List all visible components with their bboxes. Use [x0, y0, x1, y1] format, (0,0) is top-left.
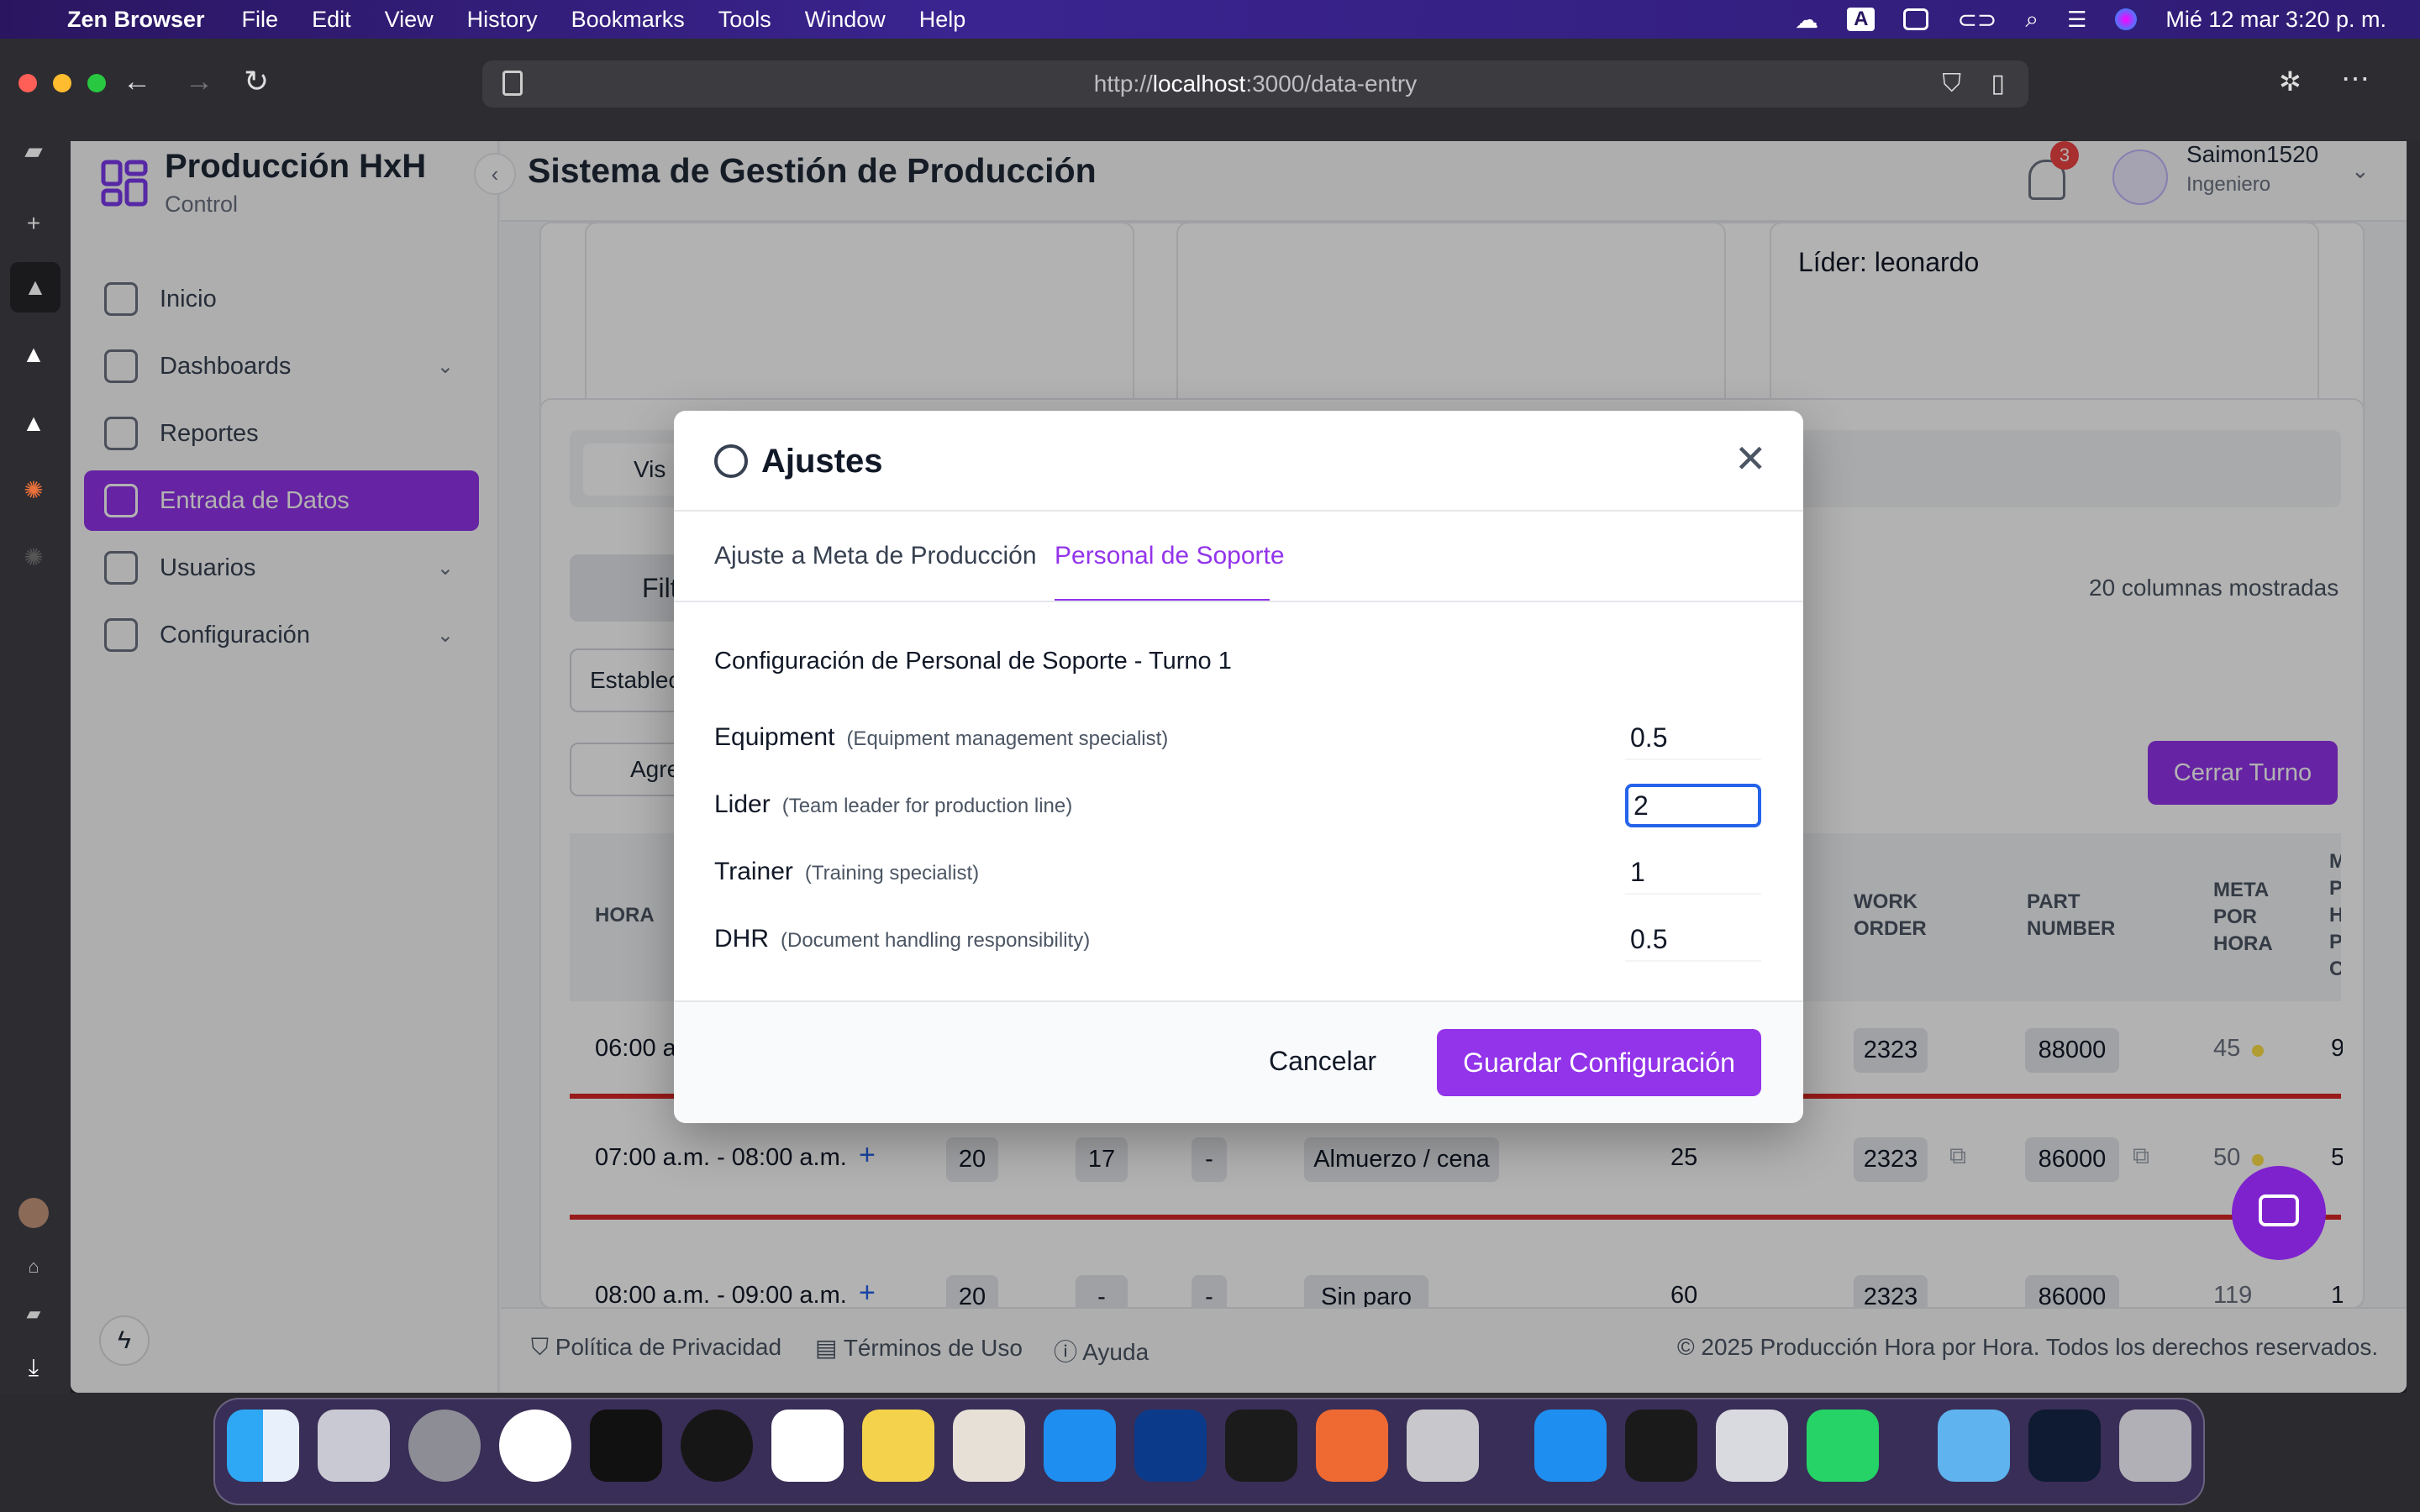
pinned-tab-3-icon[interactable]: ▲	[18, 408, 49, 438]
menu-file[interactable]: File	[242, 7, 279, 33]
field-description: (Document handling responsibility)	[781, 929, 1091, 952]
back-arrow-icon[interactable]: ←	[123, 66, 151, 98]
section-title: Configuración de Personal de Soporte - T…	[714, 648, 1232, 675]
vscode-icon[interactable]	[1134, 1410, 1207, 1482]
new-tab-icon[interactable]: +	[18, 208, 49, 239]
page-icon	[502, 71, 523, 96]
slack-icon[interactable]	[771, 1410, 844, 1482]
control-center-icon[interactable]: ☰	[2067, 7, 2086, 33]
menu-help[interactable]: Help	[919, 7, 966, 33]
keyboard-input-indicator[interactable]: A	[1847, 8, 1876, 31]
affinity-icon[interactable]	[1716, 1410, 1788, 1482]
cancel-button[interactable]: Cancelar	[1269, 1046, 1376, 1077]
chat-button[interactable]	[2232, 1166, 2326, 1260]
postman-icon[interactable]	[1316, 1410, 1388, 1482]
field-description: (Training specialist)	[804, 862, 980, 885]
menu-view[interactable]: View	[385, 7, 434, 33]
dialog-title: Ajustes	[761, 443, 883, 480]
trash-icon[interactable]	[2119, 1410, 2191, 1482]
extensions-icon[interactable]: ✲	[2279, 66, 2302, 97]
unity-icon[interactable]	[1625, 1410, 1697, 1482]
menu-app-name[interactable]: Zen Browser	[67, 7, 205, 33]
menu-bookmarks[interactable]: Bookmarks	[571, 7, 685, 33]
zen-browser-icon[interactable]	[681, 1410, 753, 1482]
profile-avatar[interactable]	[18, 1198, 49, 1228]
cursor-app-icon[interactable]	[590, 1410, 662, 1482]
zoom-window-button[interactable]	[87, 74, 106, 92]
app-store-icon[interactable]	[1044, 1410, 1116, 1482]
field-name: DHR	[714, 925, 769, 953]
trainer-label: Trainer (Training specialist)	[714, 858, 979, 886]
shield-icon[interactable]: ⛉	[1943, 60, 1962, 108]
pinned-tab-5-icon[interactable]: ✺	[18, 543, 49, 573]
field-name: Equipment	[714, 723, 835, 751]
cloud-sync-icon[interactable]: ☁	[1795, 6, 1818, 34]
more-menu-icon[interactable]: ⋯	[2341, 62, 2370, 96]
lider-input[interactable]	[1625, 784, 1761, 827]
tableplus-icon[interactable]	[953, 1410, 1025, 1482]
search-icon[interactable]: ⌕	[2025, 6, 2039, 34]
field-name: Trainer	[714, 858, 793, 885]
field-description: (Equipment management specialist)	[846, 727, 1169, 750]
menu-window[interactable]: Window	[805, 7, 886, 33]
menu-edit[interactable]: Edit	[312, 7, 351, 33]
divider	[674, 601, 1803, 602]
reader-mode-icon[interactable]: ▯	[1991, 60, 2005, 108]
tab-ajuste-meta[interactable]: Ajuste a Meta de Producción	[714, 542, 1037, 570]
dhr-input[interactable]	[1625, 918, 1761, 962]
field-name: Lider	[714, 790, 771, 818]
docker-icon[interactable]	[1534, 1410, 1607, 1482]
macos-menubar: Zen Browser File Edit View History Bookm…	[0, 0, 2420, 39]
url-host: localhost	[1152, 71, 1246, 97]
menu-history[interactable]: History	[467, 7, 538, 33]
pinned-tab-1-icon[interactable]: ▲	[10, 262, 60, 312]
trainer-input[interactable]	[1625, 851, 1761, 895]
folder-icon[interactable]: ▰	[18, 136, 49, 166]
link-icon[interactable]: ⊂⊃	[1957, 6, 1996, 34]
save-config-button[interactable]: Guardar Configuración	[1437, 1029, 1761, 1096]
forward-arrow-icon[interactable]: →	[185, 66, 213, 98]
close-window-button[interactable]	[18, 74, 37, 92]
menu-tools[interactable]: Tools	[718, 7, 771, 33]
activity-monitor-icon[interactable]	[1225, 1410, 1297, 1482]
finder-icon[interactable]	[227, 1410, 299, 1482]
safari-icon[interactable]	[499, 1410, 571, 1482]
home-icon[interactable]: ⌂	[18, 1252, 49, 1282]
gear-icon	[714, 444, 748, 478]
reload-icon[interactable]: ↻	[244, 64, 269, 99]
field-description: (Team leader for production line)	[781, 795, 1073, 817]
folder-small-icon[interactable]: ▰	[18, 1299, 49, 1329]
url-rest: :3000/data-entry	[1245, 71, 1418, 97]
equipment-label: Equipment (Equipment management specialis…	[714, 723, 1168, 752]
menubar-datetime[interactable]: Mié 12 mar 3:20 p. m.	[2165, 7, 2386, 33]
dhr-label: DHR (Document handling responsibility)	[714, 925, 1090, 953]
launchpad-icon[interactable]	[318, 1410, 390, 1482]
system-settings-icon[interactable]	[408, 1410, 481, 1482]
pinned-tab-2-icon[interactable]: ▲	[18, 339, 49, 370]
divider	[674, 510, 1803, 512]
url-bar[interactable]: http://localhost:3000/data-entry ⛉ ▯	[482, 60, 2028, 108]
whatsapp-icon[interactable]	[1807, 1410, 1879, 1482]
battery-icon[interactable]	[1903, 8, 1929, 30]
folder-icon[interactable]	[1938, 1410, 2010, 1482]
settings-dialog: Ajustes ✕ Ajuste a Meta de Producción Pe…	[674, 411, 1803, 1123]
minimize-window-button[interactable]	[53, 74, 71, 92]
lider-label: Lider (Team leader for production line)	[714, 790, 1072, 819]
recent-window-icon[interactable]	[2028, 1410, 2101, 1482]
chat-icon	[2259, 1194, 2299, 1226]
notes-icon[interactable]	[862, 1410, 934, 1482]
tab-personal-soporte[interactable]: Personal de Soporte	[1055, 542, 1285, 570]
url-prefix: http://	[1093, 71, 1153, 97]
siri-icon[interactable]	[2115, 8, 2138, 30]
close-icon[interactable]: ✕	[1734, 436, 1767, 481]
pinned-tab-4-icon[interactable]: ✺	[18, 475, 49, 506]
iphone-mirroring-icon[interactable]	[1407, 1410, 1479, 1482]
download-icon[interactable]: ⤓	[18, 1352, 49, 1383]
equipment-input[interactable]	[1625, 717, 1761, 760]
